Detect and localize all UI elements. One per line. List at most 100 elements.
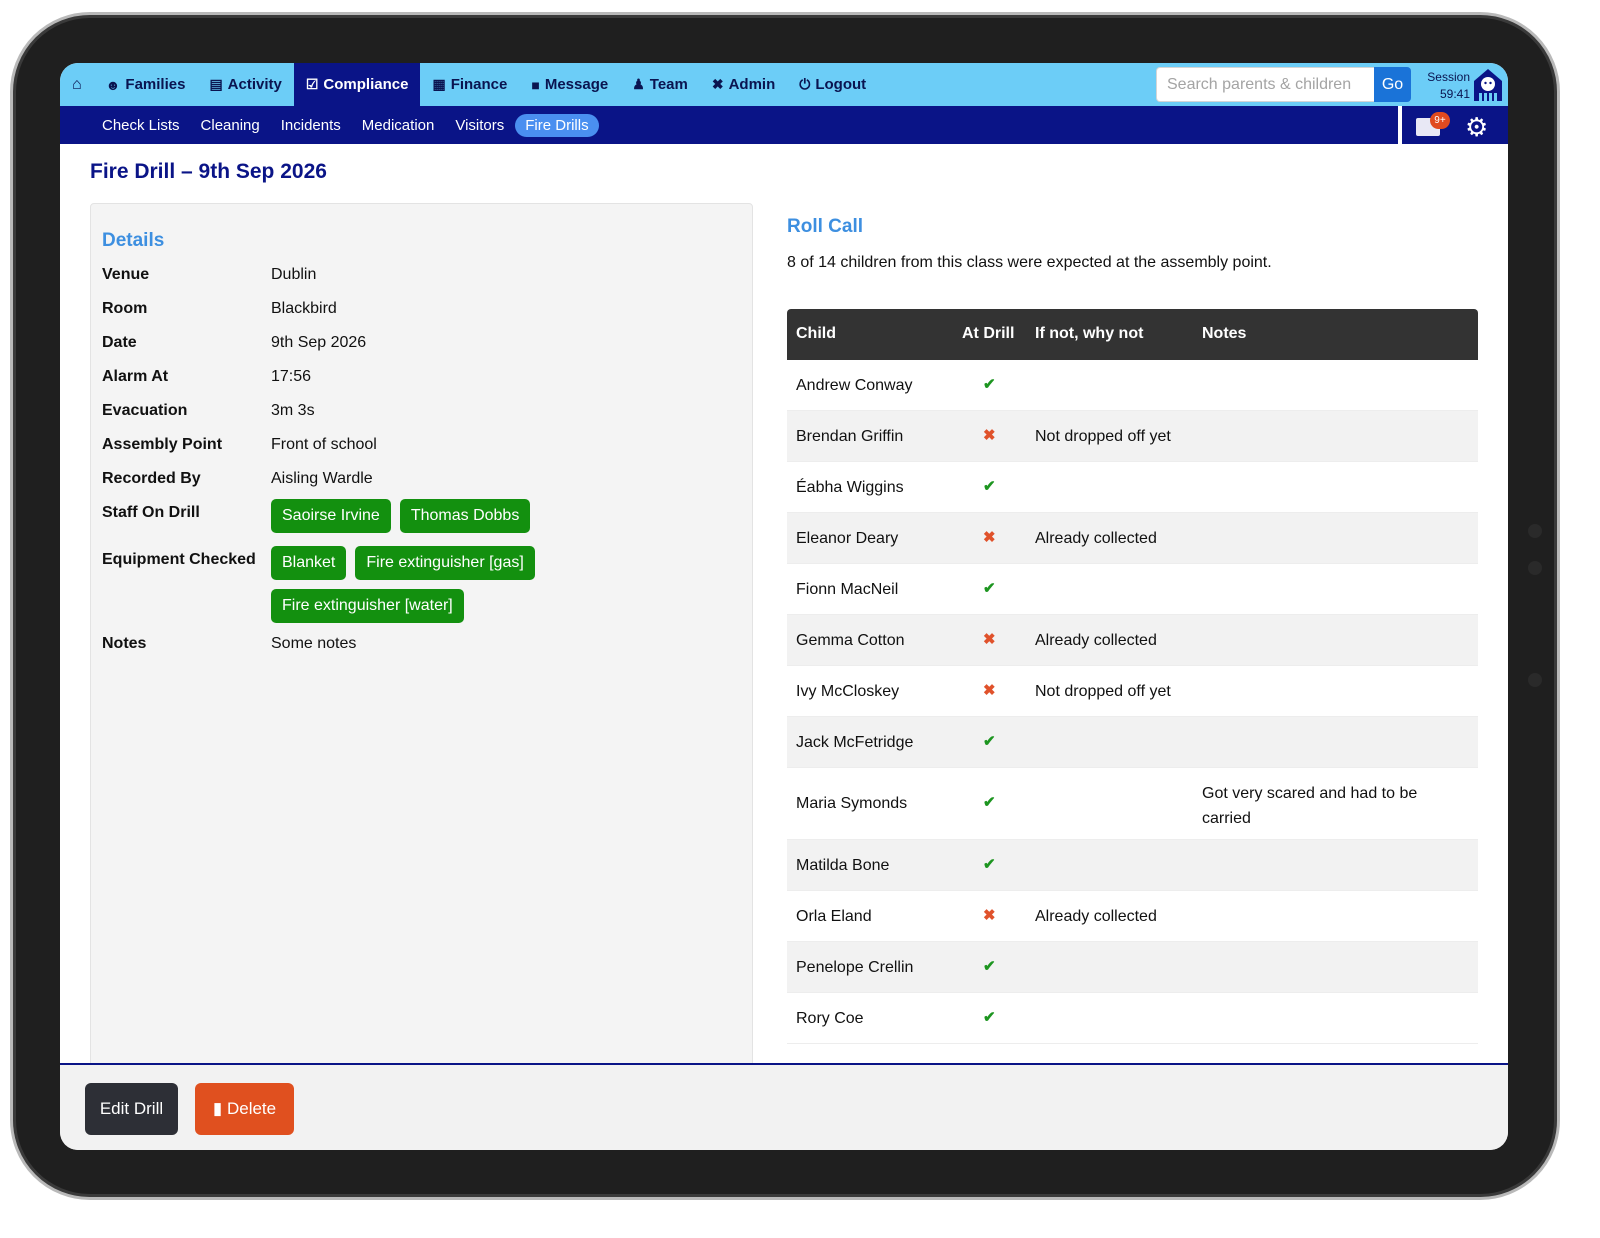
search-input[interactable] [1156, 67, 1374, 102]
cross-icon: ✖ [983, 631, 996, 648]
table-row: Rory Coe ✔ [787, 993, 1478, 1044]
table-row: Eleanor Deary ✖ Already collected [787, 513, 1478, 564]
detail-label: Room [102, 300, 148, 317]
child-name: Andrew Conway [796, 377, 913, 394]
child-name: Brendan Griffin [796, 428, 904, 445]
subnav-fire-drills[interactable]: Fire Drills [515, 113, 599, 137]
table-row: Orla Eland ✖ Already collected [787, 891, 1478, 942]
column-header-at-drill: At Drill [962, 325, 1015, 342]
detail-value: Front of school [271, 436, 377, 453]
check-icon: ✔ [983, 478, 996, 495]
nav-compliance[interactable]: ☑ Compliance [293, 63, 421, 106]
detail-label: Evacuation [102, 402, 188, 419]
person-icon: ☻ [105, 76, 121, 93]
home-button[interactable]: ⌂ [60, 63, 94, 106]
equipment-tags: Blanket Fire extinguisher [gas] Fire ext… [271, 546, 571, 623]
child-name: Fionn MacNeil [796, 581, 899, 598]
table-row: Brendan Griffin ✖ Not dropped off yet [787, 411, 1478, 462]
detail-value: 17:56 [271, 368, 312, 385]
check-icon: ✔ [983, 794, 996, 811]
session-timer: Session 59:41 [1414, 69, 1470, 103]
table-row: Éabha Wiggins ✔ [787, 462, 1478, 513]
column-header-child: Child [796, 325, 836, 342]
table-body: Andrew Conway ✔ Brendan Griffin ✖ Not droppe… [787, 360, 1478, 1044]
cross-icon: ✖ [983, 427, 996, 444]
clipboard-icon: ▤ [209, 76, 223, 92]
nav-activity[interactable]: ▤ Activity [197, 63, 293, 106]
child-name: Ivy McCloskey [796, 683, 900, 700]
details-panel: Details Venue Dublin Room Blackbird Date… [90, 203, 753, 1103]
nav-families[interactable]: ☻ Families [94, 63, 198, 106]
app-screen: ⌂ ☻ Families ▤ Activity ☑ Compliance ▦ Finan… [60, 63, 1508, 1150]
reason-cell: Not dropped off yet [1035, 683, 1171, 700]
check-icon: ✔ [983, 733, 996, 750]
nav-logout[interactable]: ⏻ Logout [787, 63, 878, 106]
child-name: Rory Coe [796, 1010, 864, 1027]
checklist-icon: ☑ [305, 76, 319, 92]
table-row: Maria Symonds ✔ Got very scared and had to… [787, 768, 1478, 840]
person-icon: ♟ [632, 76, 645, 92]
detail-value: Some notes [271, 635, 357, 652]
nav-admin[interactable]: ✖ Admin [700, 63, 787, 106]
chat-icon: ■ [531, 76, 540, 93]
delete-button[interactable]: ▮ Delete [195, 1083, 294, 1135]
trash-icon: ▮ [212, 1099, 227, 1118]
equipment-tag: Blanket [271, 546, 347, 580]
subnav-incidents[interactable]: Incidents [271, 114, 351, 137]
table-row: Andrew Conway ✔ [787, 360, 1478, 411]
session-label: Session [1427, 70, 1470, 84]
equipment-tag: Fire extinguisher [gas] [355, 546, 535, 580]
detail-value: Dublin [271, 266, 317, 283]
child-name: Orla Eland [796, 908, 872, 925]
detail-value: 3m 3s [271, 402, 315, 419]
action-footer: Edit Drill ▮ Delete [60, 1063, 1508, 1150]
child-name: Eleanor Deary [796, 530, 899, 547]
nav-team[interactable]: ♟ Team [620, 63, 700, 106]
check-icon: ✔ [983, 580, 996, 597]
detail-value: Aisling Wardle [271, 470, 373, 487]
detail-value: Blackbird [271, 300, 337, 317]
edit-drill-button[interactable]: Edit Drill [85, 1083, 178, 1135]
table-row: Gemma Cotton ✖ Already collected [787, 615, 1478, 666]
notes-cell: Got very scared and had to be carried [1202, 785, 1418, 827]
column-header-why: If not, why not [1035, 325, 1144, 342]
notification-badge: 9+ [1430, 112, 1450, 129]
nav-message[interactable]: ■ Message [519, 63, 620, 106]
check-icon: ✔ [983, 1009, 996, 1026]
detail-value: 9th Sep 2026 [271, 334, 367, 351]
top-nav: ⌂ ☻ Families ▤ Activity ☑ Compliance ▦ Finan… [60, 63, 1508, 106]
check-icon: ✔ [983, 958, 996, 975]
reason-cell: Already collected [1035, 632, 1157, 649]
roll-call-title: Roll Call [787, 216, 864, 237]
subnav-medication[interactable]: Medication [352, 114, 445, 137]
detail-label: Notes [102, 635, 147, 652]
reason-cell: Not dropped off yet [1035, 428, 1171, 445]
detail-label: Staff On Drill [102, 504, 200, 521]
delete-label: Delete [226, 1099, 277, 1118]
column-header-notes: Notes [1202, 325, 1247, 342]
roll-call-summary: 8 of 14 children from this class were ex… [787, 254, 1272, 271]
search-go-button[interactable]: Go [1374, 67, 1411, 102]
staff-tags: Saoirse Irvine Thomas Dobbs [271, 499, 571, 533]
cross-icon: ✖ [983, 529, 996, 546]
equipment-tag: Fire extinguisher [water] [271, 589, 464, 623]
subnav-cleaning[interactable]: Cleaning [191, 114, 270, 137]
table-row: Matilda Bone ✔ [787, 840, 1478, 891]
table-row: Penelope Crellin ✔ [787, 942, 1478, 993]
house-avatar-icon[interactable] [1472, 67, 1504, 103]
gear-icon[interactable]: ⚙ [1465, 113, 1493, 141]
subnav-visitors[interactable]: Visitors [445, 114, 514, 137]
staff-tag: Thomas Dobbs [399, 499, 531, 533]
power-icon: ⏻ [799, 76, 811, 92]
nav-finance[interactable]: ▦ Finance [420, 63, 519, 106]
reason-cell: Already collected [1035, 530, 1157, 547]
cross-icon: ✖ [983, 682, 996, 699]
detail-label: Date [102, 334, 137, 351]
search-bar: Go [1156, 67, 1411, 102]
detail-label: Equipment Checked [102, 551, 256, 568]
detail-label: Venue [102, 266, 150, 283]
page-title: Fire Drill – 9th Sep 2026 [90, 160, 327, 183]
staff-tag: Saoirse Irvine [271, 499, 391, 533]
subnav-check-lists[interactable]: Check Lists [92, 114, 190, 137]
cross-icon: ✖ [983, 907, 996, 924]
